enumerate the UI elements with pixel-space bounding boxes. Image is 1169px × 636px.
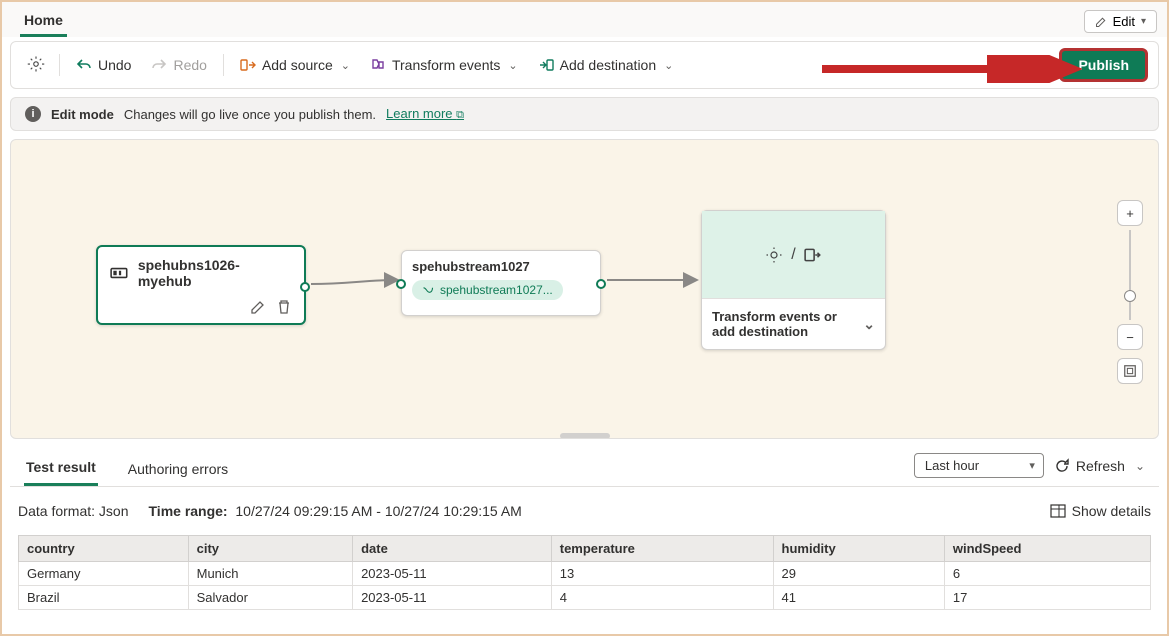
undo-button[interactable]: Undo (68, 53, 139, 77)
pencil-icon (1095, 16, 1107, 28)
panel-resize-handle[interactable] (560, 433, 610, 439)
stream-tag[interactable]: spehubstream1027... (412, 280, 563, 300)
zoom-out-button[interactable]: − (1117, 324, 1143, 350)
stream-node[interactable]: spehubstream1027 spehubstream1027... (401, 250, 601, 316)
slash-separator: / (791, 246, 795, 264)
edit-button[interactable]: Edit ▾ (1084, 10, 1157, 33)
cell-date: 2023-05-11 (353, 562, 552, 586)
table-row[interactable]: GermanyMunich2023-05-1113296 (19, 562, 1151, 586)
stream-node-title: spehubstream1027 (412, 259, 590, 274)
cell-country: Germany (19, 562, 189, 586)
cell-humidity: 41 (773, 586, 944, 610)
chevron-down-icon: ⌄ (664, 59, 673, 72)
zoom-thumb[interactable] (1124, 290, 1136, 302)
edit-label: Edit (1113, 14, 1135, 29)
add-source-label: Add source (262, 57, 333, 73)
col-humidity[interactable]: humidity (773, 536, 944, 562)
redo-label: Redo (173, 57, 206, 73)
transform-gear-icon (765, 246, 783, 264)
add-source-button[interactable]: Add source ⌄ (232, 53, 358, 77)
data-format-label: Data format: (18, 503, 95, 519)
delete-node-icon[interactable] (276, 299, 292, 315)
input-port[interactable] (396, 279, 406, 289)
refresh-label: Refresh (1076, 458, 1125, 474)
undo-label: Undo (98, 57, 131, 73)
chevron-down-icon: ⌄ (341, 59, 350, 72)
chevron-down-icon: ⌄ (508, 59, 517, 72)
settings-gear-button[interactable] (21, 51, 51, 80)
add-destination-label: Add destination (560, 57, 657, 73)
gear-icon (27, 55, 45, 73)
cell-windSpeed: 6 (944, 562, 1150, 586)
source-in-icon (240, 57, 256, 73)
source-node[interactable]: spehubns1026-myehub (96, 245, 306, 325)
add-destination-button[interactable]: Add destination ⌄ (530, 53, 682, 77)
results-panel: Test result Authoring errors Last hour R… (10, 445, 1159, 610)
info-icon: i (25, 106, 41, 122)
edit-mode-banner: i Edit mode Changes will go live once yo… (10, 97, 1159, 131)
chevron-down-icon[interactable]: ⌄ (863, 316, 875, 333)
tab-test-result[interactable]: Test result (24, 451, 98, 486)
data-format-value: Json (99, 503, 129, 519)
cell-city: Munich (188, 562, 352, 586)
tab-home[interactable]: Home (20, 6, 67, 37)
edit-node-icon[interactable] (250, 299, 266, 315)
cell-city: Salvador (188, 586, 352, 610)
stream-tag-label: spehubstream1027... (440, 283, 553, 297)
zoom-controls: + − (1116, 200, 1144, 384)
col-windSpeed[interactable]: windSpeed (944, 536, 1150, 562)
zoom-in-button[interactable]: + (1117, 200, 1143, 226)
output-port[interactable] (596, 279, 606, 289)
cell-windSpeed: 17 (944, 586, 1150, 610)
cell-temperature: 4 (551, 586, 773, 610)
time-range-label: Time range: (149, 503, 228, 519)
chevron-down-icon: ▾ (1141, 16, 1146, 27)
transform-icon (370, 57, 386, 73)
redo-icon (151, 57, 167, 73)
source-node-label: spehubns1026-myehub (138, 257, 292, 289)
pipeline-canvas[interactable]: spehubns1026-myehub spehubstream1027 spe… (10, 139, 1159, 439)
col-date[interactable]: date (353, 536, 552, 562)
output-port[interactable] (300, 282, 310, 292)
transform-label: Transform events (392, 57, 500, 73)
redo-button[interactable]: Redo (143, 53, 214, 77)
banner-text: Changes will go live once you publish th… (124, 107, 376, 122)
export-icon (804, 246, 822, 264)
col-country[interactable]: country (19, 536, 189, 562)
banner-title: Edit mode (51, 107, 114, 122)
results-table: countrycitydatetemperaturehumiditywindSp… (18, 535, 1151, 610)
zoom-fit-button[interactable] (1117, 358, 1143, 384)
learn-more-link[interactable]: Learn more ⧉ (386, 106, 464, 122)
time-range-value: 10/27/24 09:29:15 AM - 10/27/24 10:29:15… (235, 503, 521, 519)
time-range-dropdown[interactable]: Last hour (914, 453, 1044, 478)
refresh-chevron[interactable]: ⌄ (1135, 459, 1145, 473)
zoom-track[interactable] (1129, 230, 1131, 320)
cell-temperature: 13 (551, 562, 773, 586)
cell-country: Brazil (19, 586, 189, 610)
table-row[interactable]: BrazilSalvador2023-05-1144117 (19, 586, 1151, 610)
cell-humidity: 29 (773, 562, 944, 586)
eventhub-icon (110, 264, 128, 282)
tab-authoring-errors[interactable]: Authoring errors (126, 453, 230, 485)
details-icon (1050, 504, 1066, 518)
stream-icon (422, 284, 434, 296)
destination-placeholder-node[interactable]: / Transform events or add destination ⌄ (701, 210, 886, 350)
publish-button[interactable]: Publish (1059, 48, 1148, 82)
destination-out-icon (538, 57, 554, 73)
refresh-icon (1054, 458, 1070, 474)
refresh-button[interactable]: Refresh (1054, 458, 1125, 474)
external-link-icon: ⧉ (456, 109, 464, 121)
show-details-label: Show details (1072, 503, 1151, 519)
col-temperature[interactable]: temperature (551, 536, 773, 562)
col-city[interactable]: city (188, 536, 352, 562)
toolbar: Undo Redo Add source ⌄ Transform events … (10, 41, 1159, 89)
cell-date: 2023-05-11 (353, 586, 552, 610)
transform-events-button[interactable]: Transform events ⌄ (362, 53, 526, 77)
show-details-button[interactable]: Show details (1050, 503, 1151, 519)
destination-label: Transform events or add destination (712, 309, 852, 339)
fit-icon (1123, 364, 1137, 378)
undo-icon (76, 57, 92, 73)
